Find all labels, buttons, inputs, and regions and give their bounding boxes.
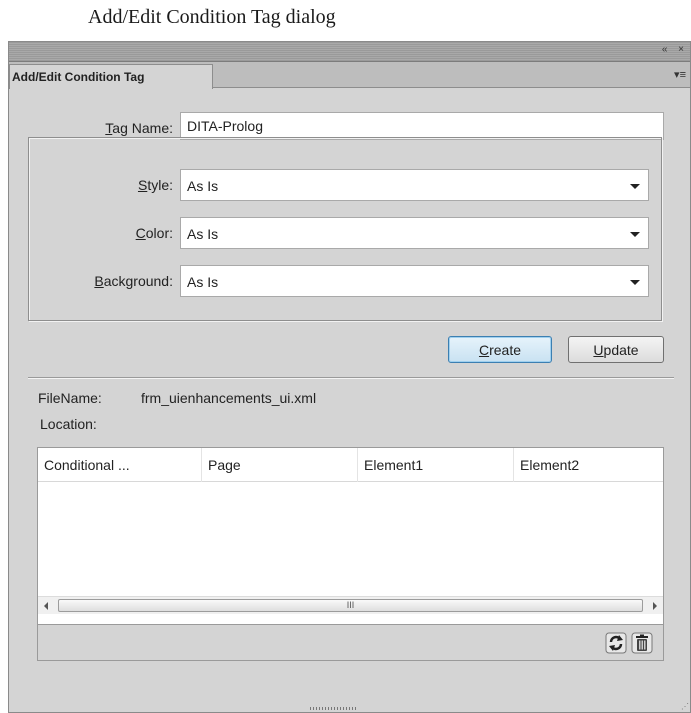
scroll-right-icon[interactable]: [653, 602, 657, 610]
column-header-page[interactable]: Page: [202, 448, 358, 482]
column-header-conditional[interactable]: Conditional ...: [38, 448, 202, 482]
separator: [28, 377, 674, 379]
tab-add-edit-condition-tag[interactable]: Add/Edit Condition Tag: [9, 64, 213, 89]
update-button[interactable]: Update: [568, 336, 664, 363]
background-label: Background:: [94, 273, 173, 289]
style-label: Style:: [137, 177, 173, 193]
column-header-element2[interactable]: Element2: [514, 448, 665, 482]
style-select-value: As Is: [187, 178, 219, 194]
figure-caption: Add/Edit Condition Tag dialog: [88, 6, 336, 28]
background-select-value: As Is: [187, 274, 219, 290]
chevron-down-icon: [630, 280, 640, 285]
horizontal-scrollbar[interactable]: III: [38, 596, 663, 614]
panel-resize-grip[interactable]: [310, 707, 356, 710]
background-select[interactable]: As Is: [180, 265, 649, 297]
panel-titlebar: « ×: [9, 42, 690, 62]
panel-menu-icon[interactable]: ▾≡: [674, 68, 686, 81]
table-header: Conditional ... Page Element1 Element2: [38, 448, 663, 482]
color-label: Color:: [135, 225, 173, 241]
tag-name-label: Tag Name:: [105, 120, 173, 136]
column-header-element1[interactable]: Element1: [358, 448, 514, 482]
corner-resize-icon[interactable]: ⋰: [681, 702, 689, 711]
condition-table: Conditional ... Page Element1 Element2 I…: [37, 447, 664, 625]
filename-value: frm_uienhancements_ui.xml: [141, 390, 317, 406]
color-select[interactable]: As Is: [180, 217, 649, 249]
chevron-down-icon: [630, 184, 640, 189]
scroll-left-icon[interactable]: [44, 602, 48, 610]
chevron-down-icon: [630, 232, 640, 237]
refresh-icon[interactable]: [605, 631, 627, 655]
trash-icon[interactable]: [631, 631, 653, 655]
color-select-value: As Is: [187, 226, 219, 242]
create-button[interactable]: Create: [448, 336, 552, 363]
location-label: Location:: [40, 416, 97, 432]
style-select[interactable]: As Is: [180, 169, 649, 201]
tab-row: Add/Edit Condition Tag ▾≡: [9, 62, 690, 89]
scroll-thumb[interactable]: III: [58, 599, 643, 612]
table-icon-bar: [37, 625, 664, 661]
tag-name-input[interactable]: DITA-Prolog: [180, 112, 664, 140]
collapse-close-icons[interactable]: « ×: [662, 44, 688, 55]
filename-label: FileName:: [38, 390, 102, 406]
